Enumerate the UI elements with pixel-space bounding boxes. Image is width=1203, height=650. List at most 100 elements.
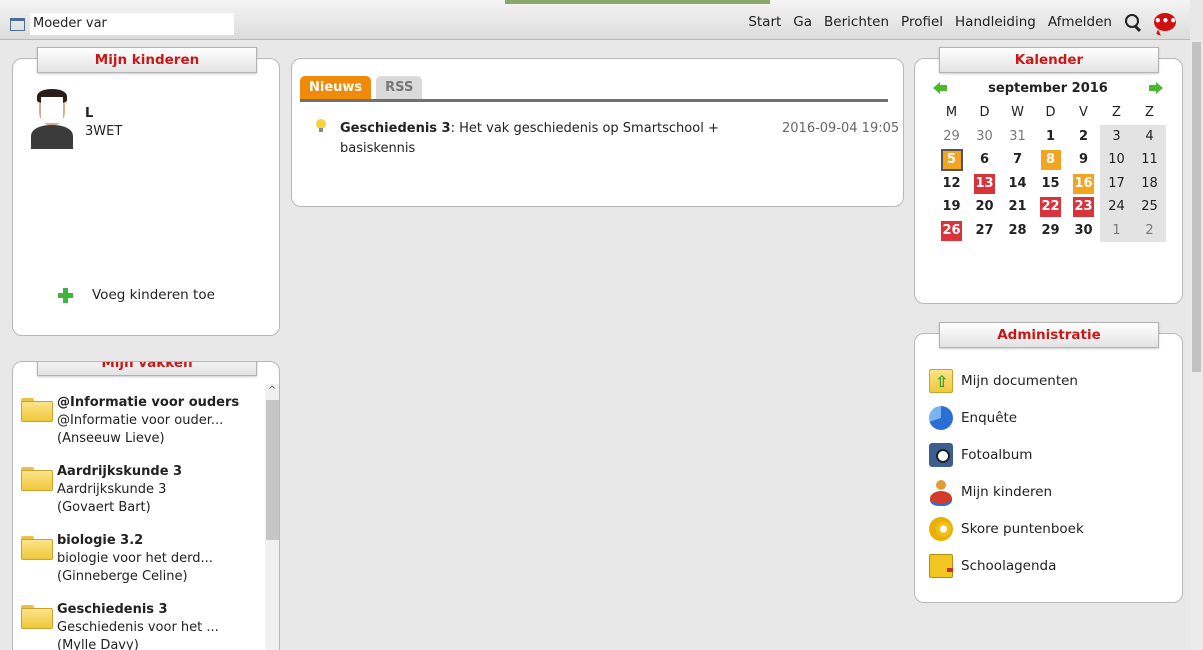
calendar-day[interactable]: 4: [1133, 124, 1166, 148]
calendar-day-number[interactable]: 5: [940, 149, 963, 171]
course-item[interactable]: biologie 3.2 biologie voor het derd... (…: [13, 524, 253, 593]
course-list-scrollbar-thumb[interactable]: [266, 400, 279, 540]
window-icon[interactable]: [10, 17, 25, 31]
admin-item-label[interactable]: Mijn kinderen: [961, 484, 1052, 500]
child-name[interactable]: L: [85, 105, 122, 123]
calendar-day[interactable]: 23: [1067, 195, 1100, 219]
admin-item-photo-album[interactable]: Fotoalbum: [929, 436, 1084, 473]
scroll-up-icon[interactable]: ^: [268, 385, 276, 396]
calendar-day[interactable]: 8: [1034, 148, 1067, 172]
nav-afmelden[interactable]: Afmelden: [1048, 14, 1112, 30]
calendar-day[interactable]: 29: [935, 125, 968, 149]
calendar-day-number[interactable]: 15: [1040, 174, 1060, 194]
calendar-day[interactable]: 17: [1100, 171, 1133, 195]
calendar-day-number[interactable]: 4: [1140, 127, 1160, 147]
calendar-day-number[interactable]: 18: [1140, 174, 1160, 194]
calendar-day-number[interactable]: 14: [1007, 174, 1027, 194]
calendar-day-number[interactable]: 23: [1073, 197, 1094, 217]
calendar-day-number[interactable]: 13: [974, 173, 995, 194]
calendar-day-number[interactable]: 29: [1040, 221, 1060, 241]
course-item[interactable]: Geschiedenis 3 Geschiedenis voor het ...…: [13, 593, 253, 650]
news-item[interactable]: Geschiedenis 3: Het vak geschiedenis op …: [316, 119, 906, 159]
nav-handleiding[interactable]: Handleiding: [955, 14, 1036, 30]
nav-ga[interactable]: Ga: [793, 14, 812, 30]
calendar-day[interactable]: 18: [1133, 171, 1166, 195]
calendar-day-number[interactable]: 27: [974, 221, 994, 241]
calendar-day-number[interactable]: 16: [1073, 173, 1094, 194]
calendar-day-number[interactable]: 3: [1107, 127, 1127, 147]
admin-item-survey[interactable]: Enquête: [929, 399, 1084, 436]
calendar-day[interactable]: 1: [1034, 125, 1067, 149]
calendar-day[interactable]: 30: [968, 125, 1001, 149]
calendar-day-number[interactable]: 2: [1140, 221, 1160, 241]
calendar-day[interactable]: 26: [935, 219, 968, 243]
calendar-day-number[interactable]: 8: [1040, 150, 1061, 170]
calendar-day[interactable]: 12: [935, 172, 968, 196]
course-title[interactable]: Geschiedenis 3: [57, 601, 219, 619]
admin-item-documents[interactable]: Mijn documenten: [929, 362, 1084, 399]
next-month-icon[interactable]: [1149, 82, 1163, 94]
calendar-day-number[interactable]: 24: [1107, 197, 1127, 217]
calendar-day[interactable]: 16: [1067, 172, 1100, 196]
admin-item-gradebook[interactable]: Skore puntenboek: [929, 510, 1084, 547]
child-entry[interactable]: L 3WET: [31, 89, 122, 149]
calendar-day-number[interactable]: 6: [975, 150, 995, 170]
calendar-day-number[interactable]: 21: [1007, 197, 1027, 217]
calendar-day-number[interactable]: 9: [1074, 150, 1094, 170]
admin-item-label[interactable]: Fotoalbum: [961, 447, 1032, 463]
calendar-day-number[interactable]: 2: [1074, 127, 1094, 147]
course-title[interactable]: @Informatie voor ouders: [57, 394, 239, 412]
calendar-day-number[interactable]: 17: [1107, 174, 1127, 194]
calendar-day[interactable]: 14: [1001, 172, 1034, 196]
calendar-day[interactable]: 7: [1001, 148, 1034, 172]
add-children-button[interactable]: Voeg kinderen toe: [58, 287, 215, 303]
tab-nieuws[interactable]: Nieuws: [300, 76, 372, 99]
calendar-day[interactable]: 6: [968, 148, 1001, 172]
page-scrollbar-thumb[interactable]: [1192, 42, 1201, 372]
course-item[interactable]: @Informatie voor ouders @Informatie voor…: [13, 386, 253, 455]
calendar-day[interactable]: 19: [935, 195, 968, 219]
course-title[interactable]: Aardrijkskunde 3: [57, 463, 182, 481]
calendar-day[interactable]: 28: [1001, 219, 1034, 243]
calendar-day[interactable]: 29: [1034, 219, 1067, 243]
previous-month-icon[interactable]: [933, 82, 947, 94]
tab-rss[interactable]: RSS: [376, 76, 423, 99]
calendar-day[interactable]: 2: [1133, 218, 1166, 242]
calendar-day-number[interactable]: 29: [942, 127, 962, 147]
calendar-day[interactable]: 15: [1034, 172, 1067, 196]
calendar-day[interactable]: 9: [1067, 148, 1100, 172]
calendar-day-number[interactable]: 22: [1040, 197, 1061, 217]
calendar-day[interactable]: 30: [1067, 219, 1100, 243]
calendar-day[interactable]: 11: [1133, 148, 1166, 172]
home-area[interactable]: Moeder var: [10, 13, 234, 35]
calendar-day-number[interactable]: 1: [1107, 221, 1127, 241]
calendar-day-number[interactable]: 25: [1140, 197, 1160, 217]
calendar-day-number[interactable]: 26: [941, 220, 962, 241]
admin-item-label[interactable]: Schoolagenda: [961, 558, 1056, 574]
course-item[interactable]: Aardrijkskunde 3 Aardrijkskunde 3 (Govae…: [13, 455, 253, 524]
admin-item-children[interactable]: Mijn kinderen: [929, 473, 1084, 510]
calendar-day-number[interactable]: 12: [941, 174, 961, 194]
admin-item-label[interactable]: Skore puntenboek: [961, 521, 1084, 537]
calendar-day-number[interactable]: 7: [1008, 150, 1028, 170]
calendar-day[interactable]: 13: [968, 172, 1001, 196]
calendar-day-number[interactable]: 1: [1041, 127, 1061, 147]
calendar-day-number[interactable]: 30: [975, 127, 995, 147]
course-title[interactable]: biologie 3.2: [57, 532, 213, 550]
calendar-day-number[interactable]: 19: [941, 197, 961, 217]
admin-item-agenda[interactable]: Schoolagenda: [929, 547, 1084, 584]
calendar-day[interactable]: 5: [935, 148, 968, 172]
calendar-day[interactable]: 1: [1100, 218, 1133, 242]
search-icon[interactable]: [1124, 13, 1142, 31]
calendar-day[interactable]: 25: [1133, 195, 1166, 219]
calendar-day[interactable]: 2: [1067, 125, 1100, 149]
calendar-day[interactable]: 24: [1100, 195, 1133, 219]
nav-start[interactable]: Start: [748, 14, 781, 30]
calendar-day[interactable]: 10: [1100, 148, 1133, 172]
calendar-day[interactable]: 20: [968, 195, 1001, 219]
calendar-day[interactable]: 22: [1034, 195, 1067, 219]
page-scrollbar[interactable]: [1190, 40, 1203, 650]
course-list-scrollbar[interactable]: ^: [265, 384, 279, 650]
admin-item-label[interactable]: Mijn documenten: [961, 373, 1078, 389]
calendar-day-number[interactable]: 11: [1140, 150, 1160, 170]
